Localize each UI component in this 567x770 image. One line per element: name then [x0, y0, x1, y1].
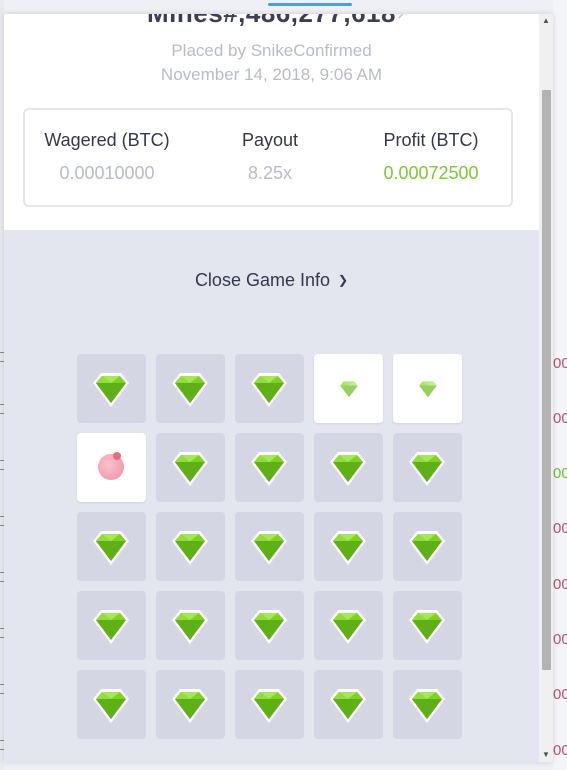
wagered-stat: Wagered (BTC) 0.00010000 [25, 130, 189, 184]
scrollbar[interactable]: ▲ ▼ [539, 14, 553, 762]
tile-gem [156, 591, 225, 660]
gem-icon [409, 452, 445, 486]
background-row-value: 00 [553, 520, 567, 537]
payout-label: Payout [241, 130, 299, 150]
background-row-value: 00 [553, 465, 567, 482]
background-row-value: 00 [553, 576, 567, 593]
gem-icon [417, 379, 439, 400]
gem-icon [409, 531, 445, 565]
gem-icon [172, 452, 208, 486]
gem-icon [93, 373, 129, 407]
tile-gem [77, 670, 146, 739]
gem-icon [93, 531, 129, 565]
bet-stats-card: Wagered (BTC) 0.00010000 Payout 8.25x Pr… [23, 108, 513, 207]
tile-gem [393, 512, 462, 581]
wagered-value: 0.00010000 [59, 163, 155, 183]
tile-gem [77, 354, 146, 423]
tile-gem [235, 670, 304, 739]
game-info-modal: Mines#,486,277,618 ➚ Placed by SnikeConf… [4, 14, 553, 762]
tile-gem [235, 354, 304, 423]
tile-gem [235, 433, 304, 502]
profit-value: 0.00072500 [383, 163, 479, 183]
gem-icon [251, 610, 287, 644]
gem-icon [330, 531, 366, 565]
close-game-info-label: Close Game Info [194, 270, 330, 290]
tile-gem [77, 512, 146, 581]
tile-gem [156, 433, 225, 502]
game-board-panel: Close Game Info ❯ [4, 230, 539, 762]
gem-icon [330, 452, 366, 486]
gem-icon [330, 689, 366, 723]
scroll-down-arrow-icon[interactable]: ▼ [539, 748, 553, 762]
background-row-value: 00 [553, 355, 567, 372]
gem-icon [409, 610, 445, 644]
tile-gem-revealed [393, 354, 462, 423]
tile-gem [393, 670, 462, 739]
share-icon[interactable]: ➚ [396, 14, 418, 23]
gem-icon [172, 373, 208, 407]
gem-icon [330, 610, 366, 644]
payout-stat: Payout 8.25x [189, 130, 351, 184]
tile-gem [314, 670, 383, 739]
tile-gem [156, 512, 225, 581]
gem-icon [251, 452, 287, 486]
tile-gem [156, 354, 225, 423]
tile-gem [314, 591, 383, 660]
profit-stat: Profit (BTC) 0.00072500 [351, 130, 511, 184]
tile-mine [77, 433, 146, 502]
background-row-value: 00 [553, 686, 567, 703]
scrollbar-thumb[interactable] [542, 90, 551, 670]
bet-title: Mines#,486,277,618 [4, 14, 539, 29]
gem-icon [172, 531, 208, 565]
gem-icon [172, 610, 208, 644]
chevron-down-icon: ❯ [338, 273, 349, 287]
gem-icon [93, 610, 129, 644]
bet-timestamp: November 14, 2018, 9:06 AM [160, 65, 383, 84]
gem-icon [93, 689, 129, 723]
background-active-tab-indicator [268, 3, 352, 6]
close-game-info-toggle[interactable]: Close Game Info ❯ [4, 270, 539, 291]
background-row-value: 00 [553, 742, 567, 759]
tile-gem [393, 591, 462, 660]
tile-gem [314, 433, 383, 502]
mine-icon [98, 452, 124, 480]
tile-gem [235, 512, 304, 581]
tile-gem [156, 670, 225, 739]
tile-gem-revealed [314, 354, 383, 423]
tile-gem [314, 512, 383, 581]
tile-gem [77, 591, 146, 660]
gem-icon [409, 689, 445, 723]
gem-icon [251, 373, 287, 407]
gem-icon [172, 689, 208, 723]
background-row-value: 00 [553, 410, 567, 427]
gem-icon [251, 531, 287, 565]
wagered-label: Wagered (BTC) [44, 130, 170, 150]
tile-gem [235, 591, 304, 660]
profit-label: Profit (BTC) [383, 130, 479, 150]
tile-gem [393, 433, 462, 502]
background-page-right [553, 0, 567, 770]
placed-by-text: Placed by SnikeConfirmed [171, 41, 372, 60]
scroll-up-arrow-icon[interactable]: ▲ [539, 14, 553, 28]
gem-icon [251, 689, 287, 723]
background-row-value: 00 [553, 631, 567, 648]
gem-icon [338, 379, 360, 400]
payout-value: 8.25x [247, 163, 293, 183]
